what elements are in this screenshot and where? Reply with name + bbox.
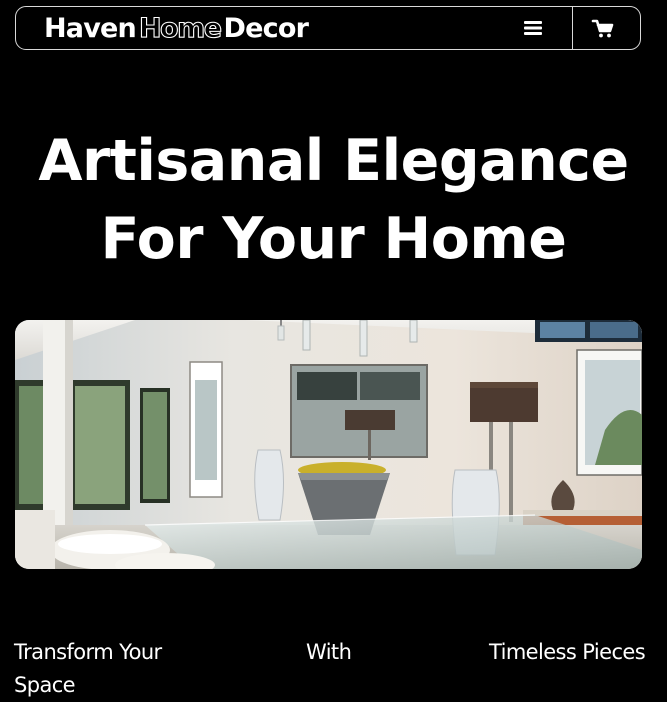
brand-word-home: Home [138, 12, 222, 44]
hero-title: Artisanal Elegance For Your Home [0, 122, 667, 278]
menu-button[interactable] [519, 15, 547, 41]
hero-image [15, 320, 642, 569]
shopping-cart-icon [591, 19, 614, 38]
tagline-part-1-line-2: Space [14, 673, 76, 697]
brand-logo[interactable]: Haven Home Decor [44, 7, 309, 51]
tagline-part-1-line-1: Transform Your [14, 640, 162, 664]
tagline-part-1: Transform Your Space [14, 636, 162, 702]
navbar: Haven Home Decor [15, 6, 641, 50]
hamburger-menu-icon [524, 21, 542, 35]
brand-word-decor: Decor [223, 13, 309, 44]
hero-title-line-2: For Your Home [100, 206, 567, 272]
brand-word-haven: Haven [44, 13, 137, 44]
hero-title-line-1: Artisanal Elegance [38, 128, 629, 194]
tagline-part-3: Timeless Pieces [489, 640, 646, 664]
nav-divider [572, 7, 573, 49]
cart-button[interactable] [588, 15, 618, 41]
tagline-part-2: With [306, 640, 352, 664]
